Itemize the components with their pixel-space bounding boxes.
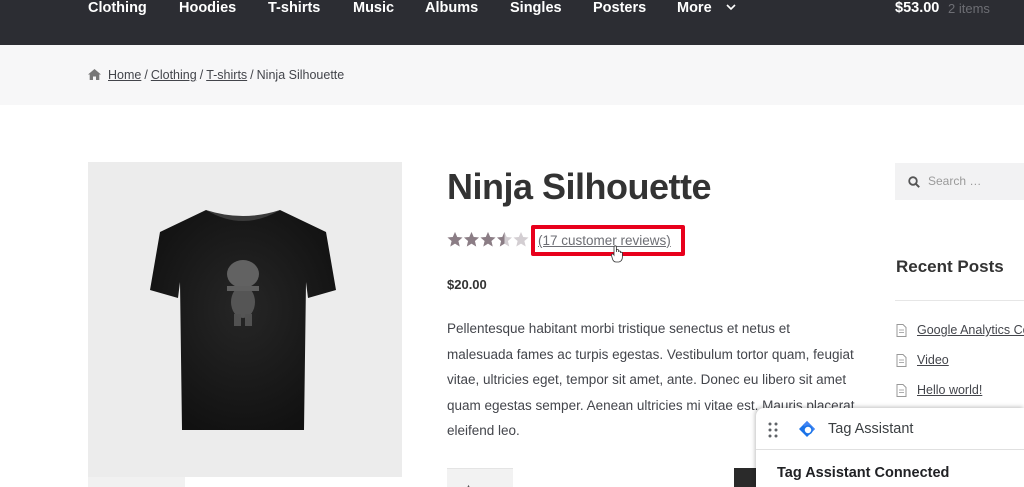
quantity-stepper-icon[interactable]: ▴ <box>466 482 471 487</box>
breadcrumb-clothing[interactable]: Clothing <box>151 68 197 82</box>
breadcrumb-current: Ninja Silhouette <box>256 68 345 82</box>
customer-reviews-link[interactable]: (17 customer reviews) <box>538 232 671 249</box>
product-title: Ninja Silhouette <box>447 166 712 207</box>
document-icon <box>896 324 907 337</box>
tag-assistant-panel: Tag Assistant Tag Assistant Connected <box>756 408 1024 487</box>
tag-assistant-header: Tag Assistant <box>756 408 1024 450</box>
tag-assistant-logo-icon <box>799 421 815 437</box>
breadcrumb-separator: / <box>199 68 204 82</box>
search-widget <box>895 163 1024 200</box>
nav-item-hoodies[interactable]: Hoodies <box>179 0 236 17</box>
document-icon <box>896 384 907 397</box>
nav-item-posters[interactable]: Posters <box>593 0 646 17</box>
breadcrumb-t-shirts[interactable]: T-shirts <box>206 68 247 82</box>
hand-cursor-icon <box>611 245 623 263</box>
nav-item-clothing[interactable]: Clothing <box>88 0 147 17</box>
nav-item-albums[interactable]: Albums <box>425 0 478 17</box>
nav-item-more[interactable]: More <box>677 0 712 17</box>
add-to-cart-button[interactable] <box>734 468 756 487</box>
thumbnail-area <box>185 477 402 487</box>
star-filled-icon <box>480 232 496 247</box>
nav-item-music[interactable]: Music <box>353 0 394 17</box>
star-rating <box>447 232 529 247</box>
star-filled-icon <box>464 232 479 247</box>
quantity-input[interactable] <box>447 468 513 487</box>
breadcrumb-separator: / <box>250 68 254 82</box>
recent-post-link[interactable]: Google Analytics Co <box>917 323 1024 338</box>
nav-item-t-shirts[interactable]: T-shirts <box>268 0 320 17</box>
home-icon <box>88 69 101 80</box>
recent-post-link[interactable]: Hello world! <box>917 383 982 398</box>
search-input[interactable] <box>928 171 1018 191</box>
breadcrumb-home[interactable]: Home <box>108 68 141 82</box>
t-shirt-image <box>150 210 336 430</box>
tag-assistant-status: Tag Assistant Connected <box>777 465 950 481</box>
cart-total[interactable]: $53.00 <box>895 0 939 17</box>
recent-posts-title: Recent Posts <box>896 257 1004 276</box>
nav-item-singles[interactable]: Singles <box>510 0 562 17</box>
divider <box>895 300 1024 301</box>
cart-count[interactable]: 2 items <box>948 1 990 17</box>
search-icon <box>908 176 920 188</box>
drag-handle-icon[interactable] <box>768 422 778 438</box>
chevron-down-icon[interactable] <box>724 1 738 15</box>
breadcrumb: Home / Clothing / T-shirts / Ninja Silhouette <box>108 67 344 83</box>
recent-post-link[interactable]: Video <box>917 353 949 368</box>
document-icon <box>896 354 907 367</box>
tag-assistant-title: Tag Assistant <box>828 421 914 437</box>
product-price: $20.00 <box>447 277 487 292</box>
star-filled-icon <box>447 232 463 247</box>
breadcrumb-separator: / <box>144 68 148 82</box>
primary-navigation: Clothing Hoodies T-shirts Music Albums S… <box>0 0 1024 45</box>
product-image[interactable] <box>88 162 402 477</box>
star-empty-icon <box>513 232 529 247</box>
